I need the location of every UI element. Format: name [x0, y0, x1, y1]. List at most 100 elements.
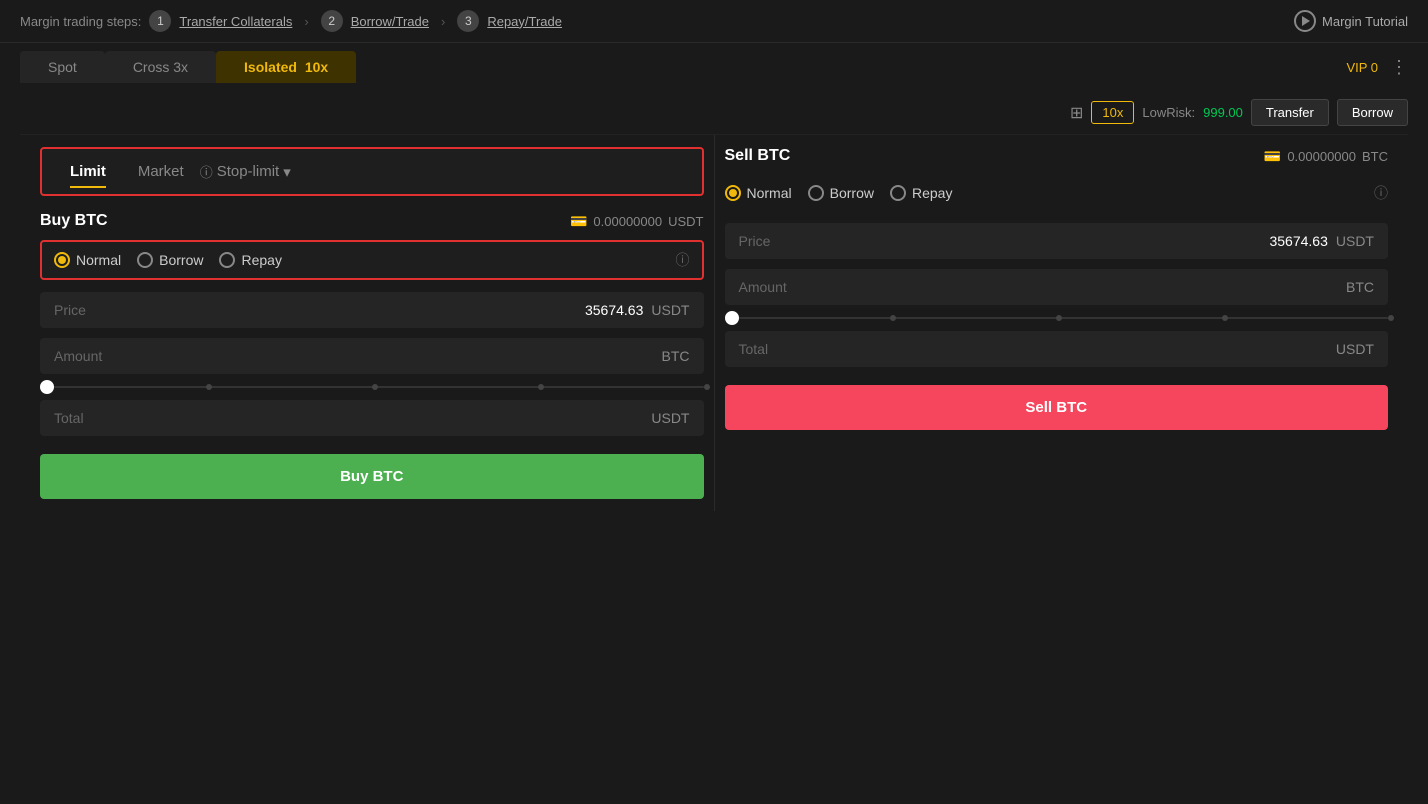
- isolated-badge: 10x: [305, 59, 328, 75]
- top-bar: Margin trading steps: 1 Transfer Collate…: [0, 0, 1428, 43]
- radio-repay-sell[interactable]: Repay: [890, 185, 952, 201]
- vertical-divider: [714, 135, 715, 511]
- borrow-button[interactable]: Borrow: [1337, 99, 1408, 126]
- buy-amount-value-group: BTC: [662, 348, 690, 364]
- tab-spot[interactable]: Spot: [20, 51, 105, 83]
- sell-slider-dot-25: [890, 315, 896, 321]
- sell-total-value-group: USDT: [1336, 341, 1374, 357]
- sell-total-unit: USDT: [1336, 341, 1374, 357]
- sell-slider-dot-100: [1388, 315, 1394, 321]
- buy-total-unit: USDT: [651, 410, 689, 426]
- slider-dot-50: [372, 384, 378, 390]
- step3-link[interactable]: Repay/Trade: [487, 14, 562, 29]
- buy-total-value-group: USDT: [651, 410, 689, 426]
- radio-normal-label-sell: Normal: [747, 185, 792, 201]
- radio-normal-buy[interactable]: Normal: [54, 252, 121, 268]
- radio-borrow-sell[interactable]: Borrow: [808, 185, 874, 201]
- arrow1: ›: [304, 14, 308, 29]
- sell-slider-dot-50: [1056, 315, 1062, 321]
- chevron-down-icon: ▾: [283, 163, 291, 181]
- slider-dot-75: [538, 384, 544, 390]
- tab-isolated[interactable]: Isolated 10x: [216, 51, 356, 83]
- buy-price-field[interactable]: Price 35674.63 USDT: [40, 292, 704, 328]
- buy-amount-unit: BTC: [662, 348, 690, 364]
- tab-cross[interactable]: Cross 3x: [105, 51, 216, 83]
- sell-amount-field[interactable]: Amount BTC: [725, 269, 1389, 305]
- step1-link[interactable]: Transfer Collaterals: [179, 14, 292, 29]
- buy-amount-field[interactable]: Amount BTC: [40, 338, 704, 374]
- radio-circle-borrow-buy: [137, 252, 153, 268]
- buy-title: Buy BTC: [40, 212, 108, 230]
- margin-tutorial-btn[interactable]: Margin Tutorial: [1294, 10, 1408, 32]
- sell-price-field[interactable]: Price 35674.63 USDT: [725, 223, 1389, 259]
- buy-slider-thumb[interactable]: [40, 380, 54, 394]
- step2-num: 2: [321, 10, 343, 32]
- sell-slider-track: [725, 317, 1389, 319]
- tutorial-label: Margin Tutorial: [1322, 14, 1408, 29]
- buy-price-value: 35674.63: [585, 302, 643, 318]
- radio-borrow-label-buy: Borrow: [159, 252, 203, 268]
- sell-slider-thumb[interactable]: [725, 311, 739, 325]
- buy-radio-group: Normal Borrow Repay ⓘ: [40, 240, 704, 280]
- tab-market[interactable]: Market: [122, 157, 200, 186]
- radio-info-icon-buy[interactable]: ⓘ: [676, 250, 690, 270]
- buy-slider-track: [40, 386, 704, 388]
- sell-slider[interactable]: [725, 317, 1389, 319]
- sell-price-value: 35674.63: [1269, 233, 1327, 249]
- radio-normal-sell[interactable]: Normal: [725, 185, 792, 201]
- stop-limit-info-icon: ⓘ: [200, 162, 213, 181]
- buy-total-label: Total: [54, 410, 84, 426]
- buy-header: Buy BTC 💳 0.00000000 USDT: [40, 212, 704, 230]
- tabs-row: Spot Cross 3x Isolated 10x VIP 0 ⋮: [0, 43, 1428, 91]
- tab-limit[interactable]: Limit: [54, 157, 122, 186]
- radio-circle-normal-sell: [725, 185, 741, 201]
- buy-panel: Limit Market ⓘ Stop-limit ▾ Buy BTC 💳 0.…: [40, 135, 704, 511]
- radio-borrow-buy[interactable]: Borrow: [137, 252, 203, 268]
- buy-balance-unit: USDT: [668, 214, 703, 229]
- buy-slider[interactable]: [40, 386, 704, 388]
- sell-balance: 💳 0.00000000 BTC: [1264, 148, 1388, 165]
- low-risk-label: LowRisk:: [1142, 105, 1195, 120]
- margin-steps-label: Margin trading steps:: [20, 14, 141, 29]
- buy-total-field[interactable]: Total USDT: [40, 400, 704, 436]
- buy-price-unit: USDT: [651, 302, 689, 318]
- sell-slider-dot-75: [1222, 315, 1228, 321]
- order-type-tabs: Limit Market ⓘ Stop-limit ▾: [40, 147, 704, 196]
- buy-amount-label: Amount: [54, 348, 102, 364]
- slider-dot-100: [704, 384, 710, 390]
- low-risk-value: 999.00: [1203, 105, 1243, 120]
- radio-circle-repay-sell: [890, 185, 906, 201]
- step3-num: 3: [457, 10, 479, 32]
- sell-total-field[interactable]: Total USDT: [725, 331, 1389, 367]
- sell-btc-button[interactable]: Sell BTC: [725, 385, 1389, 430]
- sell-price-label: Price: [739, 233, 771, 249]
- radio-repay-label-buy: Repay: [241, 252, 281, 268]
- calculator-icon[interactable]: ⊞: [1070, 103, 1083, 123]
- sell-balance-unit: BTC: [1362, 149, 1388, 164]
- sell-wallet-icon: 💳: [1264, 148, 1281, 165]
- sell-radio-group: Normal Borrow Repay ⓘ: [725, 175, 1389, 211]
- more-menu-btn[interactable]: ⋮: [1390, 57, 1408, 78]
- step2-link[interactable]: Borrow/Trade: [351, 14, 429, 29]
- radio-borrow-label-sell: Borrow: [830, 185, 874, 201]
- radio-circle-repay-buy: [219, 252, 235, 268]
- vip-badge[interactable]: VIP 0: [1346, 60, 1378, 75]
- sell-title: Sell BTC: [725, 147, 791, 165]
- buy-btc-button[interactable]: Buy BTC: [40, 454, 704, 499]
- radio-circle-borrow-sell: [808, 185, 824, 201]
- step1-num: 1: [149, 10, 171, 32]
- sell-amount-unit: BTC: [1346, 279, 1374, 295]
- buy-price-value-group: 35674.63 USDT: [585, 302, 690, 318]
- sell-amount-value-group: BTC: [1346, 279, 1374, 295]
- leverage-badge[interactable]: 10x: [1091, 101, 1134, 124]
- radio-repay-buy[interactable]: Repay: [219, 252, 281, 268]
- sell-price-unit: USDT: [1336, 233, 1374, 249]
- wallet-icon: 💳: [570, 213, 587, 230]
- buy-price-label: Price: [54, 302, 86, 318]
- radio-info-icon-sell[interactable]: ⓘ: [1374, 183, 1388, 203]
- tab-stop-limit[interactable]: Stop-limit ▾: [217, 163, 291, 181]
- tabs-right: VIP 0 ⋮: [1346, 57, 1408, 78]
- arrow2: ›: [441, 14, 445, 29]
- transfer-button[interactable]: Transfer: [1251, 99, 1329, 126]
- slider-dot-25: [206, 384, 212, 390]
